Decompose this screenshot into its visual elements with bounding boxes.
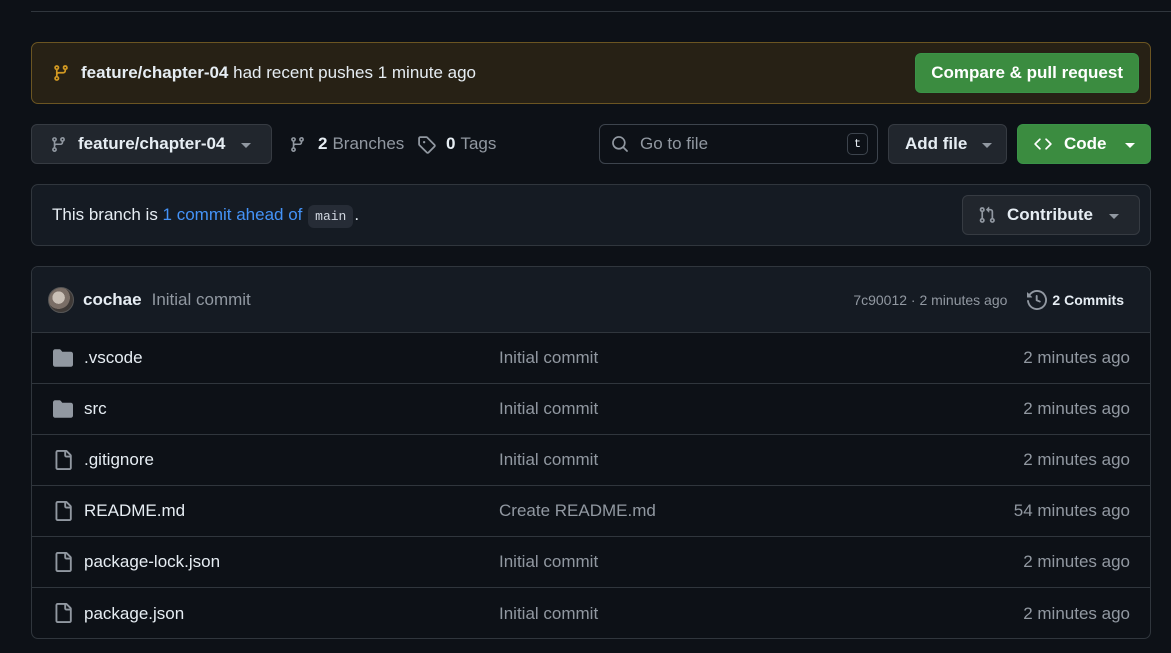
file-commit-message[interactable]: Initial commit xyxy=(499,450,598,470)
file-age: 2 minutes ago xyxy=(1023,552,1130,571)
folder-icon xyxy=(52,348,74,368)
chevron-down-icon xyxy=(241,143,251,148)
file-icon xyxy=(52,603,74,623)
branches-label: Branches xyxy=(332,134,405,153)
chevron-down-icon xyxy=(982,143,992,148)
git-branch-icon xyxy=(291,136,304,152)
branch-status-prefix: This branch is xyxy=(52,205,163,224)
branch-selector-label: feature/chapter-04 xyxy=(78,134,226,153)
file-name[interactable]: README.md xyxy=(84,501,185,521)
contribute-label: Contribute xyxy=(1007,205,1093,224)
keyboard-shortcut-hint: t xyxy=(847,133,868,155)
commit-author[interactable]: cochae xyxy=(83,290,142,310)
search-icon xyxy=(612,136,628,152)
contribute-button[interactable]: Contribute xyxy=(962,195,1140,235)
add-file-button[interactable]: Add file xyxy=(888,124,1007,164)
file-name[interactable]: src xyxy=(84,399,107,419)
latest-commit-bar: cochae Initial commit 7c90012 · 2 minute… xyxy=(32,267,1150,333)
history-icon xyxy=(1027,289,1048,310)
add-file-label: Add file xyxy=(905,134,968,153)
branches-link[interactable]: 2 Branches xyxy=(289,124,404,164)
file-browser: cochae Initial commit 7c90012 · 2 minute… xyxy=(31,266,1151,639)
code-button-label: Code xyxy=(1064,134,1107,153)
git-branch-icon xyxy=(52,136,65,152)
compare-pull-request-button[interactable]: Compare & pull request xyxy=(915,53,1139,93)
commits-ahead-link[interactable]: 1 commit ahead of xyxy=(163,205,303,224)
git-branch-icon xyxy=(52,64,70,82)
file-age: 2 minutes ago xyxy=(1023,399,1130,418)
tags-label: Tags xyxy=(460,134,497,153)
file-commit-message[interactable]: Initial commit xyxy=(499,399,598,419)
file-commit-message[interactable]: Create README.md xyxy=(499,501,656,521)
tag-icon xyxy=(418,135,436,154)
recent-push-message: feature/chapter-04 had recent pushes 1 m… xyxy=(81,63,915,83)
file-age: 2 minutes ago xyxy=(1023,348,1130,367)
recent-push-banner: feature/chapter-04 had recent pushes 1 m… xyxy=(31,42,1151,104)
file-name[interactable]: .vscode xyxy=(84,348,143,368)
file-list: .vscode Initial commit 2 minutes ago src Ini… xyxy=(32,333,1150,638)
file-age: 54 minutes ago xyxy=(1013,501,1130,520)
folder-icon xyxy=(52,399,74,419)
header-divider xyxy=(31,11,1171,12)
chevron-down-icon xyxy=(1125,143,1135,148)
tags-link[interactable]: 0 Tags xyxy=(417,124,496,164)
file-name[interactable]: package-lock.json xyxy=(84,552,220,572)
file-icon xyxy=(52,450,74,470)
file-commit-message[interactable]: Initial commit xyxy=(499,604,598,624)
recent-push-text: had recent pushes 1 minute ago xyxy=(228,63,477,82)
repo-toolbar: feature/chapter-04 2 Branches 0 Tags Go … xyxy=(31,124,1151,164)
go-to-file-input[interactable]: Go to file t xyxy=(599,124,878,164)
file-age: 2 minutes ago xyxy=(1023,450,1130,469)
chevron-down-icon xyxy=(1109,214,1119,219)
recent-push-branch[interactable]: feature/chapter-04 xyxy=(81,63,228,82)
code-icon xyxy=(1034,138,1052,150)
branch-selector-button[interactable]: feature/chapter-04 xyxy=(31,124,272,164)
branch-status-box: This branch is 1 commit ahead of main. C… xyxy=(31,184,1151,246)
file-row[interactable]: package.json Initial commit 2 minutes ago xyxy=(32,588,1150,638)
file-row[interactable]: README.md Create README.md 54 minutes ago xyxy=(32,486,1150,537)
file-row[interactable]: package-lock.json Initial commit 2 minutes… xyxy=(32,537,1150,588)
file-age: 2 minutes ago xyxy=(1023,603,1130,623)
file-row[interactable]: .gitignore Initial commit 2 minutes ago xyxy=(32,435,1150,486)
file-row[interactable]: .vscode Initial commit 2 minutes ago xyxy=(32,333,1150,384)
branch-status-suffix: . xyxy=(354,205,360,224)
file-icon xyxy=(52,501,74,521)
commits-count-label: 2 Commits xyxy=(1052,291,1124,308)
code-button[interactable]: Code xyxy=(1017,124,1151,164)
branch-status-text: This branch is 1 commit ahead of main. xyxy=(52,205,962,228)
file-name[interactable]: package.json xyxy=(84,604,184,624)
go-to-file-placeholder: Go to file xyxy=(640,134,709,153)
tags-count: 0 xyxy=(446,134,456,153)
file-name[interactable]: .gitignore xyxy=(84,450,154,470)
latest-commit-meta[interactable]: 7c90012 · 2 minutes ago xyxy=(853,292,1007,308)
branches-count: 2 xyxy=(318,134,328,153)
file-row[interactable]: src Initial commit 2 minutes ago xyxy=(32,384,1150,435)
file-commit-message[interactable]: Initial commit xyxy=(499,348,598,368)
base-branch-label: main xyxy=(308,205,354,228)
file-commit-message[interactable]: Initial commit xyxy=(499,552,598,572)
file-icon xyxy=(52,552,74,572)
git-pull-request-icon xyxy=(979,206,995,223)
avatar[interactable] xyxy=(48,286,74,313)
latest-commit-message[interactable]: Initial commit xyxy=(152,290,854,310)
commits-history-link[interactable]: 2 Commits xyxy=(1027,289,1124,310)
